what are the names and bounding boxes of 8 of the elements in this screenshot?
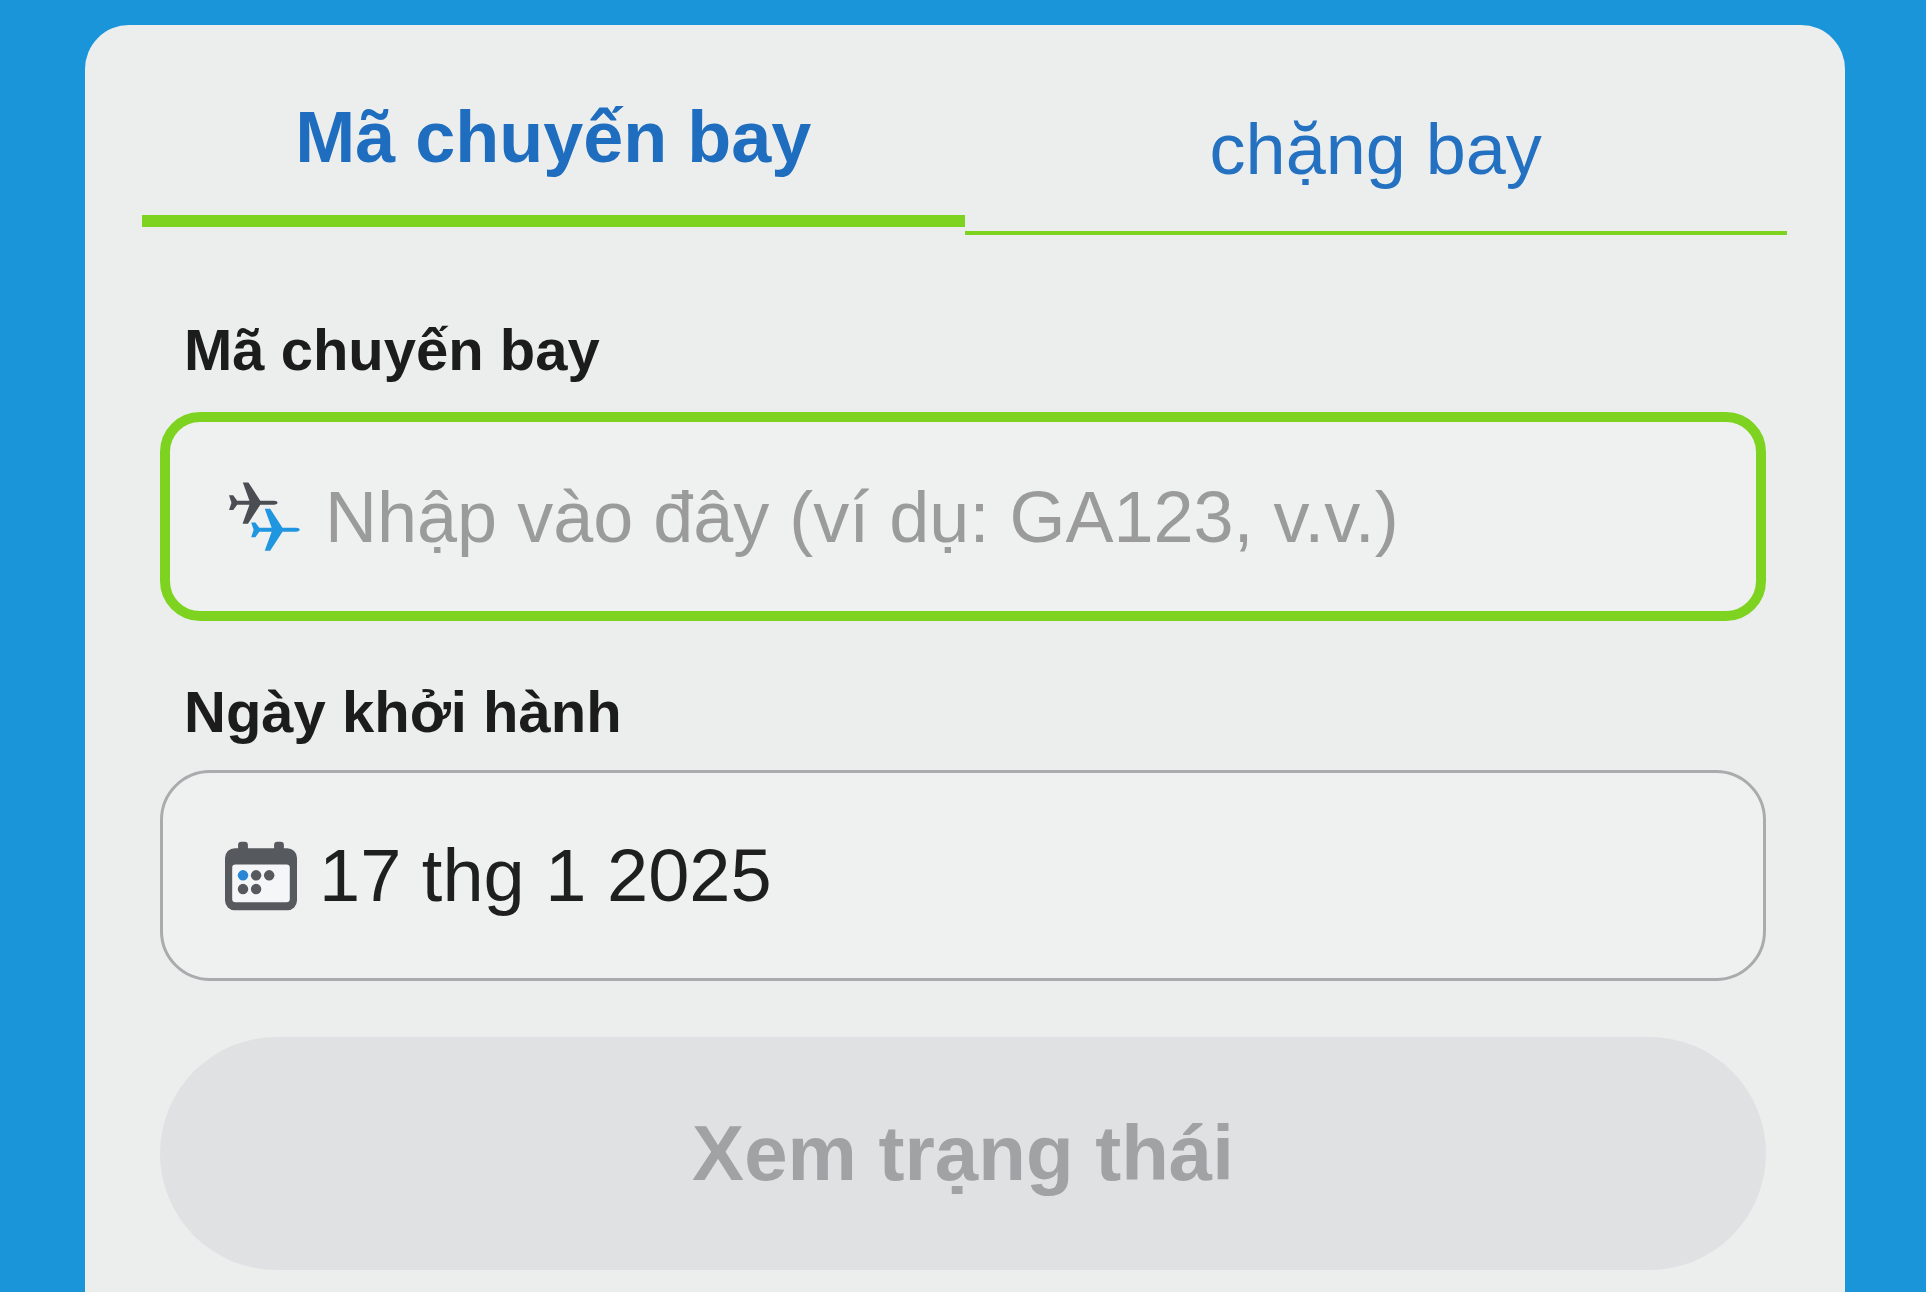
tab[interactable]: chặng bay: [964, 37, 1787, 235]
calendar-icon: [225, 840, 297, 911]
date-field[interactable]: 17 thg 1 2025: [160, 770, 1766, 981]
tab[interactable]: Mã chuyến bay: [142, 25, 965, 227]
two-planes-icon: [227, 482, 301, 551]
field-label: Ngày khởi hành: [183, 681, 623, 743]
field-label: Mã chuyến bay: [183, 319, 601, 381]
flight-code-field[interactable]: Nhập vào đây (ví dụ: GA123, v.v.): [160, 412, 1766, 621]
